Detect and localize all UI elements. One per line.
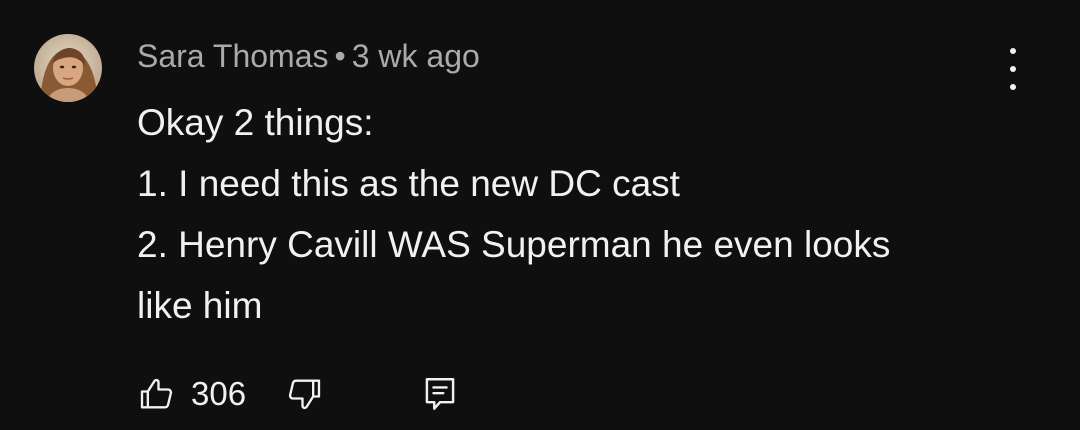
comment-time[interactable]: 3 wk ago bbox=[352, 38, 480, 74]
like-count: 306 bbox=[191, 375, 247, 412]
comment-line: 2. Henry Cavill WAS Superman he even loo… bbox=[137, 224, 891, 265]
meta-separator: • bbox=[334, 38, 346, 74]
author-name[interactable]: Sara Thomas bbox=[137, 38, 329, 74]
comment-actions: 306 bbox=[137, 372, 458, 416]
comment-line: Okay 2 things: bbox=[137, 102, 374, 143]
comment-text: Okay 2 things: 1. I need this as the new… bbox=[137, 92, 1017, 336]
avatar[interactable] bbox=[34, 34, 102, 102]
menu-dot bbox=[1010, 84, 1016, 90]
avatar-image bbox=[34, 34, 102, 102]
thumbs-up-icon bbox=[140, 378, 173, 409]
like-button[interactable]: 306 bbox=[137, 374, 246, 414]
comment-line: 1. I need this as the new DC cast bbox=[137, 163, 680, 204]
comment-thread: Sara Thomas • 3 wk ago Okay 2 things: 1. I… bbox=[0, 0, 1080, 430]
comment-meta: Sara Thomas • 3 wk ago bbox=[137, 36, 480, 76]
menu-dot bbox=[1010, 66, 1016, 72]
more-vert-icon[interactable] bbox=[1000, 48, 1026, 90]
menu-dot bbox=[1010, 48, 1016, 54]
thumbs-down-icon bbox=[288, 379, 321, 410]
dislike-button[interactable] bbox=[284, 374, 324, 414]
reply-comment-icon bbox=[425, 378, 455, 410]
comment-line: like him bbox=[137, 285, 263, 326]
reply-button[interactable] bbox=[422, 374, 458, 414]
